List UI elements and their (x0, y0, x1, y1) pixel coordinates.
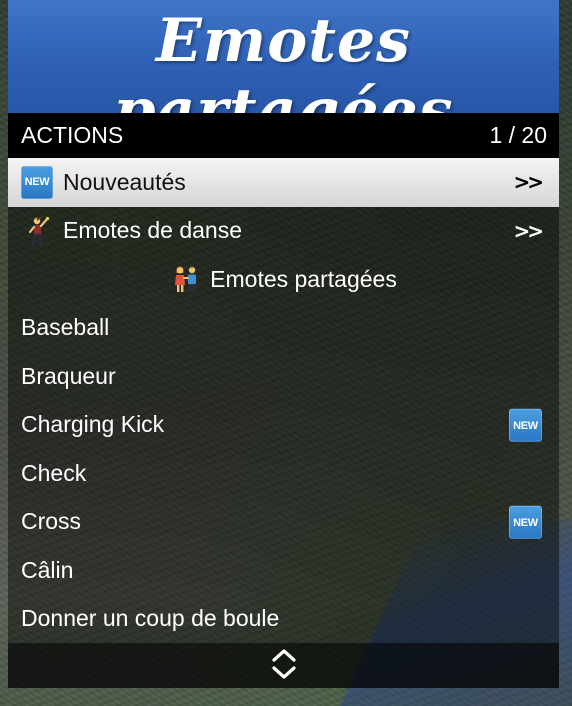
menu-footer (8, 643, 559, 688)
menu-item-braqueur[interactable]: Braqueur (8, 352, 559, 401)
menu-item-check[interactable]: Check (8, 449, 559, 498)
menu-separator-emotes-partagees: Emotes partagées (8, 255, 559, 304)
subheader-category: ACTIONS (21, 122, 124, 148)
menu-item-label: Baseball (21, 314, 110, 341)
new-icon: NEW (509, 505, 542, 539)
separator-label: Emotes partagées (210, 265, 397, 292)
menu-item-label: Charging Kick (21, 411, 165, 438)
dancer-icon (21, 215, 53, 247)
menu-item-label: Braqueur (21, 362, 116, 389)
up-down-chevron-icon[interactable] (271, 647, 297, 685)
new-badge: NEW (509, 409, 542, 442)
menu-item-donner-un-coup-de-boule[interactable]: Donner un coup de boule (8, 595, 559, 644)
menu-item-label: Emotes de danse (63, 217, 243, 244)
new-icon: NEW (21, 165, 53, 199)
submenu-arrow-icon: >> (513, 218, 543, 243)
menu-item-baseball[interactable]: Baseball (8, 304, 559, 353)
menu-item-label: Cross (21, 508, 82, 535)
new-badge: NEW (21, 165, 53, 199)
menu-item-calin[interactable]: Câlin (8, 546, 559, 595)
menu-banner: Emotes partagées (8, 0, 559, 113)
subheader-counter: 1 / 20 (489, 122, 547, 148)
menu-item-label: Check (21, 459, 87, 486)
menu-subheader: ACTIONS 1 / 20 (8, 113, 559, 158)
menu-item-nouveautes[interactable]: NEW Nouveautés >> (8, 158, 559, 207)
submenu-arrow-icon: >> (513, 170, 543, 195)
new-badge: NEW (509, 506, 542, 539)
menu-item-emotes-de-danse[interactable]: Emotes de danse >> (8, 207, 559, 256)
menu-list: NEW Nouveautés >> Emotes de danse >> Emo… (8, 158, 559, 643)
menu-item-charging-kick[interactable]: Charging Kick NEW (8, 401, 559, 450)
menu-item-label: Nouveautés (63, 168, 186, 195)
menu-item-label: Donner un coup de boule (21, 605, 280, 632)
new-icon: NEW (509, 408, 542, 442)
emote-menu: Emotes partagées ACTIONS 1 / 20 NEW Nouv… (8, 0, 559, 690)
couple-icon (170, 263, 202, 295)
banner-title: Emotes partagées (113, 6, 454, 113)
menu-item-cross[interactable]: Cross NEW (8, 498, 559, 547)
menu-item-label: Câlin (21, 556, 74, 583)
